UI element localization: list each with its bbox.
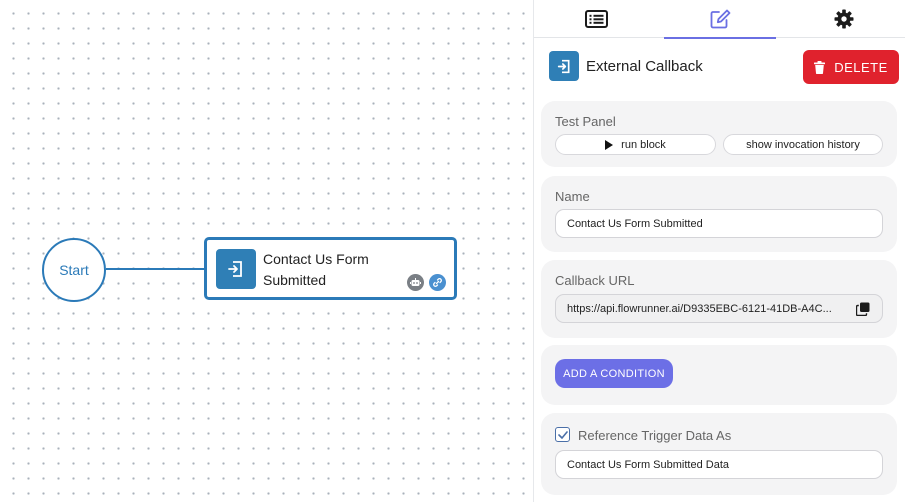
play-icon — [605, 139, 614, 150]
condition-card: ADD A CONDITION — [541, 345, 897, 405]
reference-trigger-label: Reference Trigger Data As — [578, 428, 732, 443]
tab-edit[interactable] — [658, 0, 782, 39]
list-icon — [584, 10, 608, 28]
name-field-value: Contact Us Form Submitted — [567, 217, 703, 230]
name-field[interactable]: Contact Us Form Submitted — [555, 209, 883, 238]
reference-trigger-field[interactable]: Contact Us Form Submitted Data — [555, 450, 883, 479]
trash-icon — [814, 60, 826, 74]
edit-icon — [710, 9, 730, 29]
run-block-label: run block — [621, 138, 666, 151]
callback-icon — [549, 51, 579, 81]
callback-url-field[interactable]: https://api.flowrunner.ai/D9335EBC-6121-… — [555, 294, 883, 323]
gear-icon — [834, 9, 854, 29]
invocation-history-label: show invocation history — [746, 138, 860, 151]
block-node-contact-us[interactable]: Contact Us Form Submitted — [204, 237, 457, 300]
test-panel-card: Test Panel run block show invocation his… — [541, 101, 897, 167]
reference-trigger-checkbox[interactable] — [555, 427, 570, 442]
robot-icon[interactable] — [407, 274, 424, 291]
link-icon[interactable] — [429, 274, 446, 291]
callback-url-label: Callback URL — [555, 273, 635, 288]
flow-connector — [106, 268, 206, 270]
run-block-button[interactable]: run block — [555, 134, 716, 155]
delete-button-label: DELETE — [834, 59, 888, 75]
name-card: Name Contact Us Form Submitted — [541, 176, 897, 252]
panel-tabs — [534, 0, 905, 39]
callback-url-value: https://api.flowrunner.ai/D9335EBC-6121-… — [567, 302, 832, 315]
reference-trigger-card: Reference Trigger Data As Contact Us For… — [541, 413, 897, 495]
block-node-title: Contact Us Form Submitted — [263, 251, 369, 288]
name-label: Name — [555, 189, 590, 204]
add-condition-label: ADD A CONDITION — [563, 367, 665, 380]
block-type-title: External Callback — [586, 58, 703, 75]
tab-settings[interactable] — [782, 0, 905, 38]
checkmark-icon — [557, 430, 568, 439]
properties-panel: External Callback DELETE Test Panel run … — [533, 0, 905, 502]
flow-canvas[interactable]: Start Contact Us Form Submitted — [0, 0, 533, 502]
start-node-label: Start — [59, 262, 89, 278]
reference-trigger-value: Contact Us Form Submitted Data — [567, 458, 730, 471]
add-condition-button[interactable]: ADD A CONDITION — [555, 359, 673, 388]
callback-icon — [216, 249, 256, 289]
copy-icon[interactable] — [856, 302, 870, 316]
tab-list[interactable] — [534, 0, 658, 38]
test-panel-label: Test Panel — [555, 114, 616, 129]
invocation-history-button[interactable]: show invocation history — [723, 134, 883, 155]
start-node[interactable]: Start — [42, 238, 106, 302]
callback-url-card: Callback URL https://api.flowrunner.ai/D… — [541, 260, 897, 338]
delete-button[interactable]: DELETE — [803, 50, 899, 84]
